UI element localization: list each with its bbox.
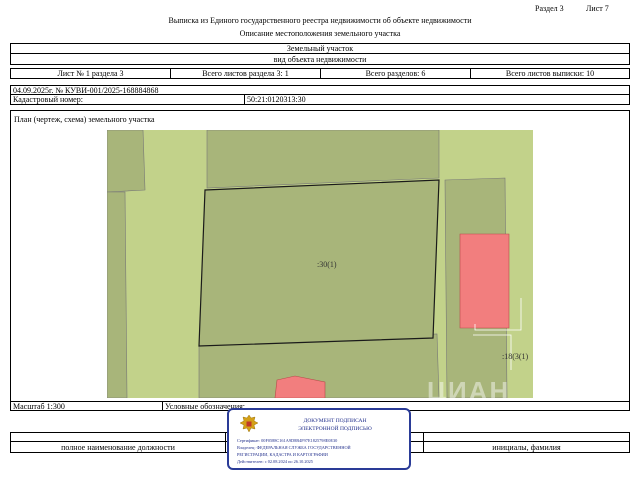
parcel-top [206,130,440,189]
section-number: Раздел 3 [535,4,564,13]
total-sheets-section: Всего листов раздела 3: 1 [171,69,321,78]
object-type: Земельный участок [286,44,354,53]
object-type-caption-row: вид объекта недвижимости [10,54,630,65]
position-caption: полное наименование должности [11,442,226,452]
stamp-title-line2: ЭЛЕКТРОННОЙ ПОДПИСЬЮ [298,426,372,432]
total-sheets: Всего листов выписки: 10 [505,69,595,78]
document-title: Выписка из Единого государственного реес… [168,16,472,25]
object-type-row: Земельный участок [10,43,630,54]
sheet-number: Лист 7 [586,4,609,13]
stamp-issuer-line1: Владелец: ФЕДЕРАЛЬНАЯ СЛУЖБА ГОСУДАРСТВЕ… [237,445,351,450]
neighbor-parcel-label: :18(3(1) [502,352,529,361]
cadastral-number: 50:21:0120313:30 [247,95,306,104]
cadastral-label: Кадастровый номер: [11,95,245,104]
position-field [11,433,226,441]
stamp-certificate: Сертификат: 00F0588C161A9D8B4F97E1825798… [237,438,338,443]
plan-map: :30(1) :18(3(1) ЦИАН [107,130,533,398]
plan-label: План (чертеж, схема) земельного участка [14,115,155,124]
main-parcel-label: :30(1) [317,260,337,269]
name-caption: инициалы, фамилия [423,442,629,452]
stamp-validity: Действителен: с 02.08.2024 по 26.10.2025 [237,459,313,464]
building-right [459,233,510,329]
stamp-title-line1: ДОКУМЕНТ ПОДПИСАН [303,418,367,424]
sheet-info-row: Лист № 1 раздела 3 Всего листов раздела … [10,68,630,79]
emblem-icon [239,414,259,433]
parcel-left [107,191,128,398]
watermark: ЦИАН [427,376,511,398]
object-type-caption: вид объекта недвижимости [273,54,367,64]
total-sections: Всего разделов: 6 [321,69,471,78]
document-subtitle: Описание местоположения земельного участ… [239,29,401,38]
record-date-number: 04.09.2025г. № КУВИ-001/2025-168884868 [13,85,159,95]
name-field [423,433,629,441]
sheet-of-section: Лист № 1 раздела 3 [11,69,171,78]
cadastral-row: Кадастровый номер: 50:21:0120313:30 [10,95,630,105]
stamp-issuer-line2: РЕГИСТРАЦИИ, КАДАСТРА И КАРТОГРАФИИ [237,452,328,457]
e-signature-stamp: ДОКУМЕНТ ПОДПИСАН ЭЛЕКТРОННОЙ ПОДПИСЬЮ С… [227,408,411,470]
parcel-left-top [107,130,146,193]
scale: Масштаб 1:300 [11,402,163,411]
record-row: 04.09.2025г. № КУВИ-001/2025-168884868 [10,85,630,95]
